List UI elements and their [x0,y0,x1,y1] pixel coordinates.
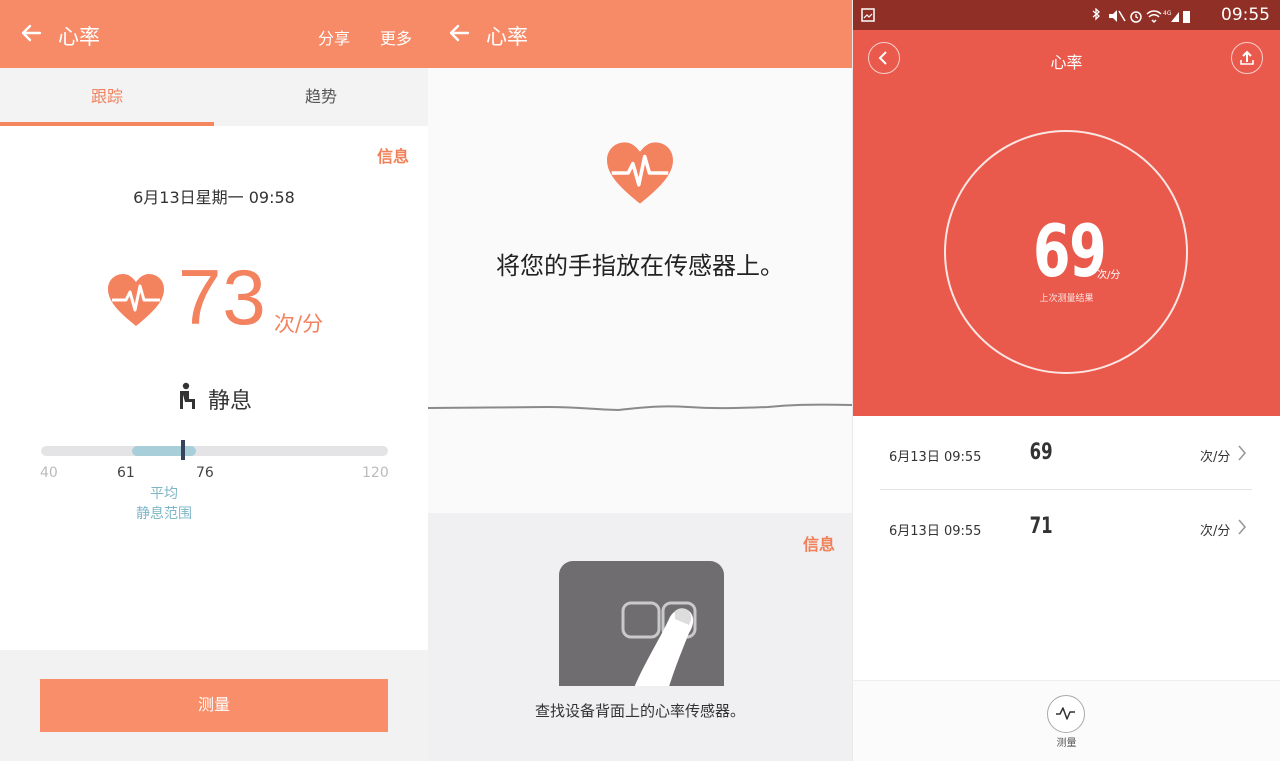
share-button[interactable]: 分享 [318,25,350,49]
activity-state: 静息 [208,389,253,414]
history-row[interactable]: 6月13日 09:55 69 次/分 [853,416,1280,490]
measure-button[interactable] [1047,695,1085,733]
battery-icon [1183,11,1190,23]
last-bpm-unit: 次/分 [1097,270,1121,281]
record-date: 6月13日 09:55 [889,450,982,465]
tab-bar: 跟踪 趋势 [0,68,428,126]
gallery-icon [861,8,875,22]
page-title: 心率 [486,25,528,49]
hint-footer [428,686,852,761]
page-title: 心率 [1050,53,1083,72]
tab-trends[interactable]: 趋势 [214,68,428,126]
bpm-unit: 次/分 [274,312,324,336]
history-row[interactable]: 6月13日 09:55 71 次/分 [853,490,1280,564]
mute-icon [1109,10,1117,22]
pulse-icon [1056,707,1075,720]
average-resting-range-label: 平均 静息范围 [120,484,208,524]
share-button[interactable] [1231,42,1263,74]
resting-range-track [41,446,388,456]
heart-icon [108,274,164,326]
record-value: 69 [1030,440,1053,465]
avg-label-line2: 静息范围 [136,506,192,522]
upload-icon [1240,50,1254,65]
measure-button[interactable]: 测量 [40,679,388,732]
resting-range-fill [132,446,196,456]
record-unit: 次/分 [1200,524,1231,539]
measurement-datetime: 6月13日星期一 09:58 [133,188,295,207]
last-measurement-label: 上次测量结果 [1039,294,1094,304]
heart-rate-tracking-screen: 心率 分享 更多 跟踪 趋势 信息 6月13日星期一 09:58 73 次/分 … [0,0,428,761]
range-max: 120 [362,465,389,481]
instruction-text: 将您的手指放在传感器上。 [496,252,784,280]
more-button[interactable]: 更多 [380,25,412,49]
heart-rate-history-screen: 4G 09:55 心率 69 次/分 上次测量结果 6月13日 09:55 69… [853,0,1280,761]
record-unit: 次/分 [1200,450,1231,465]
bluetooth-icon [1092,8,1100,21]
range-min: 40 [40,465,58,481]
range-low: 61 [117,465,135,481]
chevron-right-icon [1238,519,1247,535]
place-finger-screen: 心率 将您的手指放在传感器上。 信息 查找设备背面上的心率传感器。 [428,0,852,761]
app-bar: 心率 分享 更多 [0,0,428,68]
sitting-person-icon [180,382,195,409]
device-back-illustration [559,561,724,701]
app-bar: 心率 [428,0,852,68]
avg-label-line1: 平均 [150,486,178,502]
info-link[interactable]: 信息 [803,531,835,555]
back-arrow-icon[interactable] [444,18,474,48]
bpm-value: 73 [178,253,267,341]
pulse-waveform [428,403,852,412]
back-arrow-icon[interactable] [16,18,46,48]
heart-icon [607,142,673,204]
current-bpm-marker [181,440,185,460]
status-time: 09:55 [1221,5,1270,25]
signal-icon [1171,12,1179,22]
wifi-icon [1146,10,1162,24]
record-value: 71 [1030,514,1053,539]
hint-text: 查找设备背面上的心率传感器。 [534,702,745,720]
last-bpm-value: 69 [1033,209,1107,293]
status-bar: 4G 09:55 [853,0,1280,30]
sensor-icon [621,601,697,701]
tab-tracking[interactable]: 跟踪 [0,68,214,126]
range-high: 76 [196,465,214,481]
chevron-right-icon [1238,445,1247,461]
page-title: 心率 [58,25,100,49]
status-icons: 4G [1092,8,1190,24]
info-link[interactable]: 信息 [377,143,409,167]
measure-label: 测量 [1056,738,1077,749]
record-date: 6月13日 09:55 [889,524,982,539]
network-label: 4G [1163,10,1172,17]
